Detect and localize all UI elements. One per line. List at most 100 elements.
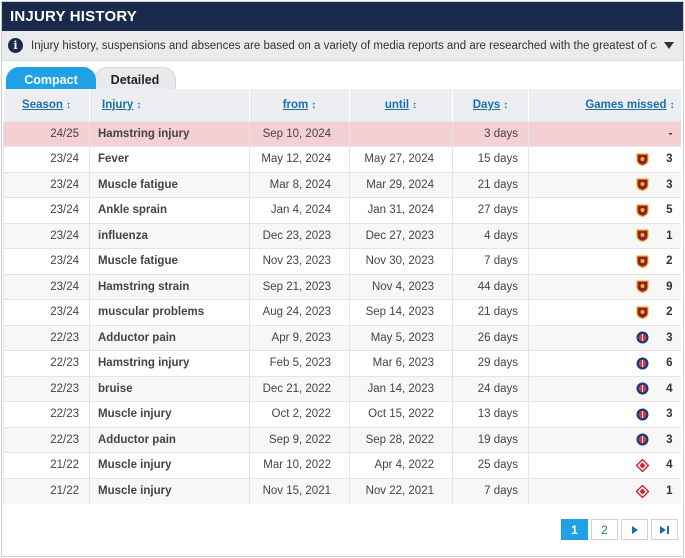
- injury-cell: Hamstring injury: [89, 120, 250, 147]
- club-crest-icon[interactable]: [636, 382, 649, 395]
- days-cell: 7 days: [452, 477, 529, 504]
- season-cell: 23/24: [3, 299, 90, 325]
- column-header-from[interactable]: from ↕: [249, 89, 350, 121]
- table-row: 23/24 Ankle sprain Jan 4, 2024 Jan 31, 2024…: [3, 197, 681, 223]
- games-missed-value: 9: [666, 280, 673, 293]
- games-missed-cell: 3: [528, 171, 681, 198]
- club-crest-icon[interactable]: [635, 178, 649, 192]
- from-header-label: from: [282, 98, 309, 111]
- title-text: INJURY HISTORY: [10, 8, 137, 25]
- injury-table-wrap: Season ↕ Injury ↕ from ↕ until ↕ Days ↕ Games…: [3, 89, 681, 504]
- games-missed-value: 3: [666, 408, 673, 421]
- club-crest-icon[interactable]: [635, 153, 649, 166]
- days-header-label: Days: [472, 98, 501, 111]
- info-notice[interactable]: i Injury history, suspensions and absenc…: [2, 31, 683, 61]
- sort-icon: ↕: [503, 99, 509, 111]
- days-cell: 19 days: [452, 426, 529, 453]
- until-cell: Nov 30, 2023: [349, 248, 453, 274]
- club-crest-icon[interactable]: [635, 229, 649, 243]
- from-cell: Mar 10, 2022: [249, 452, 350, 478]
- until-cell: Mar 6, 2023: [349, 350, 453, 376]
- page-2-button[interactable]: 2: [591, 519, 618, 540]
- club-crest-icon[interactable]: [635, 255, 649, 268]
- season-cell: 21/22: [3, 452, 90, 478]
- from-cell: Feb 5, 2023: [249, 350, 350, 376]
- injury-cell: Muscle injury: [89, 401, 250, 427]
- from-cell: Nov 23, 2023: [249, 248, 350, 274]
- table-row: 22/23 Muscle injury Oct 2, 2022 Oct 15, 202…: [3, 401, 681, 427]
- last-page-button[interactable]: [651, 519, 678, 540]
- table-row: 23/24 Muscle fatigue Nov 23, 2023 Nov 30, 2…: [3, 248, 681, 274]
- season-cell: 22/23: [3, 350, 90, 376]
- injury-cell: bruise: [89, 375, 250, 402]
- until-cell: Nov 22, 2021: [349, 477, 453, 504]
- games-missed-value: 3: [666, 433, 673, 446]
- games-missed-cell: 9: [528, 273, 681, 300]
- club-crest-icon[interactable]: [636, 408, 649, 421]
- season-cell: 23/24: [3, 171, 90, 198]
- games-missed-cell: 2: [528, 299, 681, 325]
- until-cell: May 5, 2023: [349, 324, 453, 351]
- season-cell: 23/24: [3, 248, 90, 274]
- injury-cell: Hamstring strain: [89, 273, 250, 300]
- column-header-injury[interactable]: Injury ↕: [89, 89, 250, 121]
- column-header-games-missed[interactable]: Games missed ↕: [528, 89, 681, 121]
- info-icon: i: [8, 38, 23, 53]
- games-missed-cell: 3: [528, 324, 681, 351]
- injury-header-label: Injury: [102, 98, 134, 111]
- games-missed-cell: 4: [528, 452, 681, 478]
- season-cell: 23/24: [3, 273, 90, 300]
- days-cell: 7 days: [452, 248, 529, 274]
- season-cell: 22/23: [3, 375, 90, 402]
- from-cell: Apr 9, 2023: [249, 324, 350, 351]
- injury-table-body: 24/25 Hamstring injury Sep 10, 2024 3 days -…: [3, 120, 681, 504]
- games-missed-value: 3: [666, 153, 673, 166]
- from-cell: Sep 21, 2023: [249, 273, 350, 300]
- club-crest-icon[interactable]: [635, 280, 649, 294]
- club-crest-icon[interactable]: [635, 458, 649, 473]
- season-cell: 21/22: [3, 477, 90, 504]
- games-missed-cell: 3: [528, 401, 681, 427]
- tab-compact-label: Compact: [24, 72, 78, 87]
- club-crest-icon[interactable]: [636, 357, 649, 370]
- from-cell: Oct 2, 2022: [249, 401, 350, 427]
- injury-cell: influenza: [89, 222, 250, 249]
- club-crest-icon[interactable]: [635, 204, 649, 217]
- column-header-days[interactable]: Days ↕: [452, 89, 529, 121]
- until-cell: Apr 4, 2022: [349, 452, 453, 478]
- days-cell: 25 days: [452, 452, 529, 478]
- page-1-button[interactable]: 1: [561, 519, 588, 540]
- club-crest-icon[interactable]: [636, 331, 649, 344]
- column-header-season[interactable]: Season ↕: [3, 89, 90, 121]
- next-page-button[interactable]: [621, 519, 648, 540]
- sort-icon: ↕: [669, 99, 675, 111]
- table-row: 23/24 Fever May 12, 2024 May 27, 2024 15 day…: [3, 146, 681, 172]
- column-header-until[interactable]: until ↕: [349, 89, 453, 121]
- games-missed-value: 2: [666, 255, 673, 268]
- club-crest-icon[interactable]: [635, 306, 649, 319]
- injury-cell: Muscle injury: [89, 477, 250, 504]
- days-cell: 44 days: [452, 273, 529, 300]
- club-crest-icon[interactable]: [636, 433, 649, 446]
- until-cell: Jan 14, 2023: [349, 375, 453, 402]
- from-cell: Nov 15, 2021: [249, 477, 350, 504]
- until-cell: Oct 15, 2022: [349, 401, 453, 427]
- days-cell: 27 days: [452, 197, 529, 223]
- last-page-icon: [659, 525, 669, 534]
- table-row: 23/24 Hamstring strain Sep 21, 2023 Nov 4, …: [3, 273, 681, 300]
- until-cell: Nov 4, 2023: [349, 273, 453, 300]
- days-cell: 29 days: [452, 350, 529, 376]
- table-row: 22/23 bruise Dec 21, 2022 Jan 14, 2023 24 da…: [3, 375, 681, 402]
- games-missed-header-label: Games missed: [585, 98, 667, 111]
- table-row: 23/24 Muscle fatigue Mar 8, 2024 Mar 29, 20…: [3, 171, 681, 198]
- chevron-down-icon[interactable]: [663, 40, 675, 52]
- games-missed-cell: 5: [528, 197, 681, 223]
- games-missed-value: 4: [666, 382, 673, 395]
- games-missed-cell: 1: [528, 222, 681, 249]
- sort-icon: ↕: [412, 99, 418, 111]
- games-missed-value: -: [668, 127, 673, 140]
- days-cell: 21 days: [452, 171, 529, 198]
- until-cell: May 27, 2024: [349, 146, 453, 172]
- table-row: 23/24 influenza Dec 23, 2023 Dec 27, 2023 4 …: [3, 222, 681, 249]
- club-crest-icon[interactable]: [635, 484, 649, 498]
